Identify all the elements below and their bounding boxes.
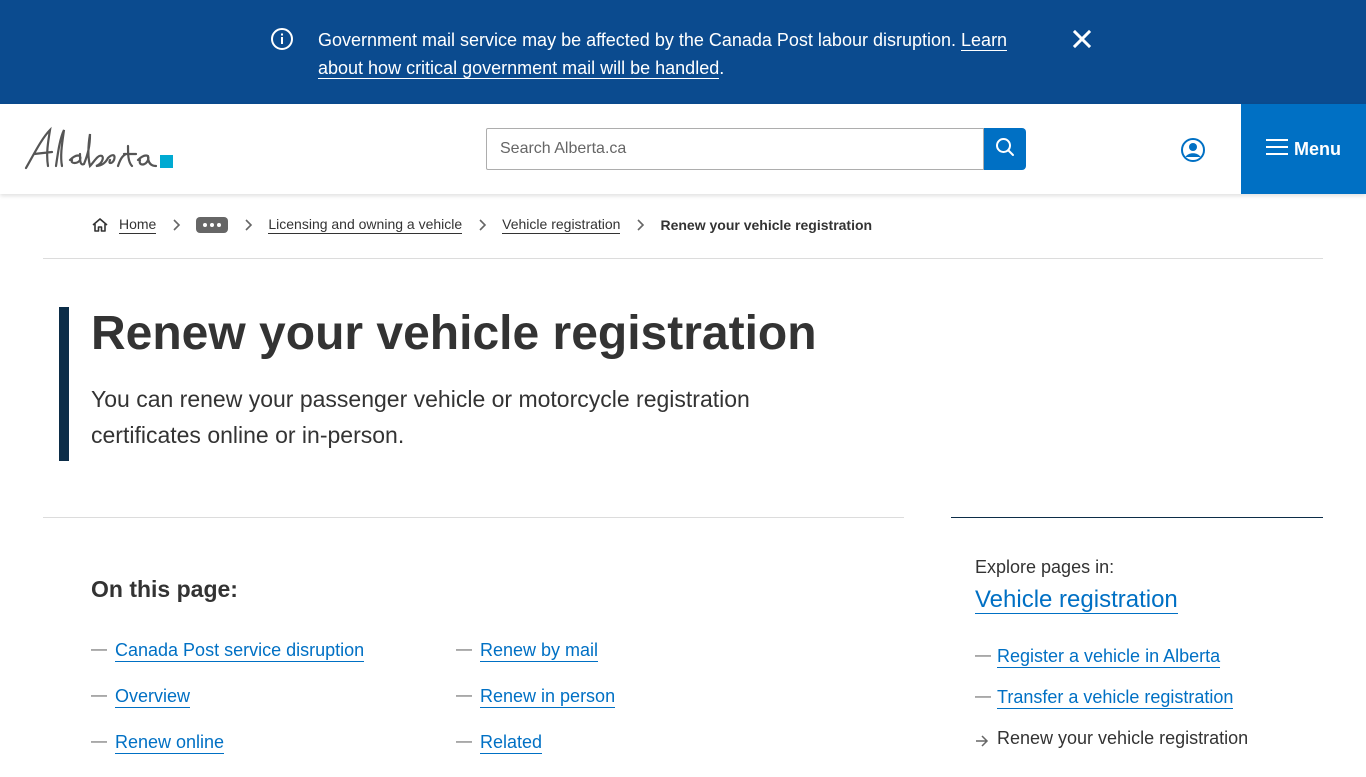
site-header: Menu: [0, 104, 1366, 194]
dash-icon: —: [456, 733, 472, 750]
alert-banner: Government mail service may be affected …: [0, 0, 1366, 104]
sidebar-current: Renew your vehicle registration: [997, 728, 1249, 748]
chevron-right-icon: [245, 219, 253, 231]
search-input[interactable]: [486, 128, 984, 170]
dash-icon: —: [456, 687, 472, 704]
arrow-right-icon: [975, 727, 997, 752]
close-icon[interactable]: [1070, 27, 1094, 51]
hero-accent-bar: [59, 307, 69, 461]
toc-link-related[interactable]: Related: [480, 731, 543, 754]
breadcrumb-more-button[interactable]: [196, 217, 229, 233]
menu-button[interactable]: Menu: [1241, 104, 1366, 194]
list-item: — Renew in person: [456, 685, 616, 731]
breadcrumb-vehicle-registration[interactable]: Vehicle registration: [502, 216, 621, 234]
list-item: — Transfer a vehicle registration: [975, 686, 1248, 727]
toc-list-left: — Canada Post service disruption — Overvie…: [91, 639, 365, 777]
info-icon: [270, 27, 294, 51]
page-lead: You can renew your passenger vehicle or …: [91, 386, 750, 448]
chevron-right-icon: [479, 219, 487, 231]
sidebar-label: Explore pages in:: [975, 557, 1115, 577]
search-icon: [995, 137, 1015, 162]
list-item: — Related: [456, 731, 615, 777]
alert-message: Government mail service may be affected …: [318, 26, 1038, 82]
dash-icon: —: [91, 733, 107, 750]
toc-link-renew-in-person[interactable]: Renew in person: [480, 685, 616, 708]
alberta-logo[interactable]: [24, 124, 176, 174]
sidebar-list: — Register a vehicle in Alberta — Transfer…: [975, 645, 1248, 768]
chevron-right-icon: [173, 219, 181, 231]
account-icon[interactable]: [1180, 137, 1206, 163]
dash-icon: —: [456, 641, 472, 658]
divider: [43, 517, 904, 518]
menu-label: Menu: [1294, 138, 1341, 159]
toc-link-renew-mail[interactable]: Renew by mail: [480, 639, 599, 662]
dash-icon: —: [91, 687, 107, 704]
alert-message-text: Government mail service may be affected …: [318, 30, 957, 50]
hamburger-icon: [1266, 138, 1288, 161]
sidebar-heading-link[interactable]: Vehicle registration: [975, 586, 1178, 614]
list-item: Renew your vehicle registration: [975, 727, 1248, 768]
dash-icon: —: [91, 641, 107, 658]
chevron-right-icon: [637, 219, 645, 231]
sidebar-heading: Vehicle registration: [975, 586, 1178, 614]
home-icon: [91, 217, 109, 233]
toc-link-canada-post[interactable]: Canada Post service disruption: [115, 639, 365, 662]
toc-list-right: — Renew by mail — Renew in person — Related: [456, 639, 616, 777]
list-item: — Overview: [91, 685, 364, 731]
dash-icon: —: [975, 647, 991, 664]
list-item: — Canada Post service disruption: [91, 639, 365, 685]
list-item: — Renew online: [91, 731, 364, 777]
alert-trailing: .: [719, 58, 725, 78]
sidebar-link-transfer[interactable]: Transfer a vehicle registration: [997, 686, 1234, 709]
page-title: Renew your vehicle registration: [91, 307, 817, 360]
breadcrumb-current: Renew your vehicle registration: [660, 217, 873, 233]
sidebar-divider: [951, 517, 1323, 518]
list-item: — Register a vehicle in Alberta: [975, 645, 1248, 686]
dash-icon: —: [975, 688, 991, 705]
sidebar-link-register[interactable]: Register a vehicle in Alberta: [997, 645, 1221, 668]
toc-link-renew-online[interactable]: Renew online: [115, 731, 225, 754]
list-item: — Renew by mail: [456, 639, 615, 685]
breadcrumb: Home Licensing and owning a vehicle Vehi…: [91, 214, 872, 236]
divider: [43, 258, 1323, 259]
search-button[interactable]: [984, 128, 1026, 170]
breadcrumb-licensing[interactable]: Licensing and owning a vehicle: [268, 216, 463, 234]
toc-title: On this page:: [91, 576, 238, 602]
breadcrumb-home[interactable]: Home: [119, 216, 157, 234]
toc-link-overview[interactable]: Overview: [115, 685, 191, 708]
